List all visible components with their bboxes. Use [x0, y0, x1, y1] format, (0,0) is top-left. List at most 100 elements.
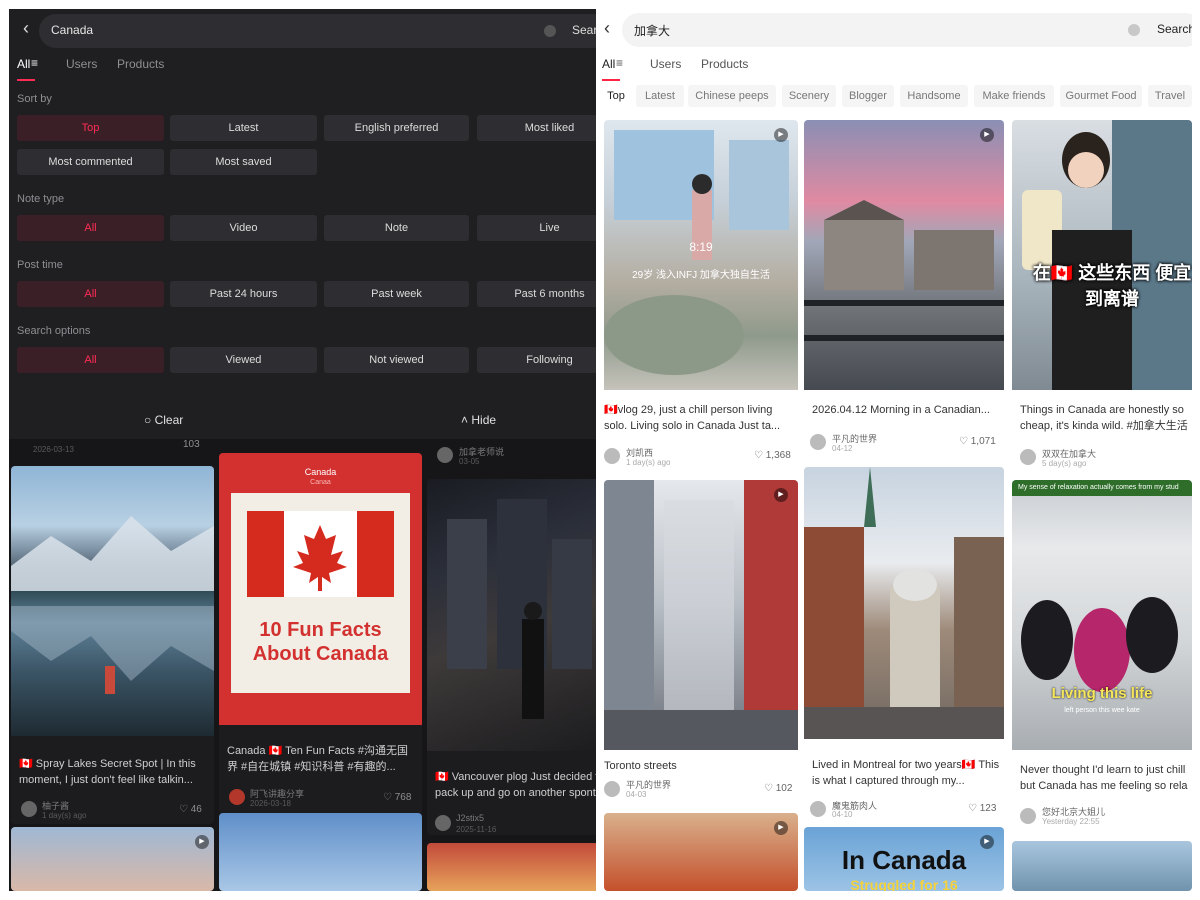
time-all-chip[interactable]: All — [17, 281, 164, 307]
option-viewed-chip[interactable]: Viewed — [170, 347, 317, 373]
like-count[interactable]: ♡ 1,368 — [754, 450, 791, 461]
vancouver-night-thumbnail — [427, 479, 596, 751]
apartment-vlog-thumbnail: ▶ 8:19 29岁 浅入INFJ 加拿大独自生活 — [604, 120, 798, 390]
filter-blogger-chip[interactable]: Blogger — [842, 85, 894, 107]
tab-all[interactable]: All — [602, 57, 615, 71]
filter-handsome-chip[interactable]: Handsome — [900, 85, 968, 107]
sort-most-commented-chip[interactable]: Most commented — [17, 149, 164, 175]
note-card[interactable] — [427, 843, 596, 891]
filter-scenery-chip[interactable]: Scenery — [782, 85, 836, 107]
heart-icon: ♡ — [959, 436, 968, 447]
filter-latest-chip[interactable]: Latest — [636, 85, 684, 107]
time-24h-chip[interactable]: Past 24 hours — [170, 281, 317, 307]
note-card[interactable]: ▶ In Canada Struggled for 16 — [804, 827, 1004, 891]
option-not-viewed-chip[interactable]: Not viewed — [324, 347, 469, 373]
search-input[interactable]: 加拿大 — [634, 22, 670, 39]
like-count[interactable]: ♡ 1,071 — [959, 436, 996, 447]
option-following-chip[interactable]: Following — [477, 347, 596, 373]
note-card[interactable]: ▶ — [604, 813, 798, 891]
search-bar[interactable]: Canada Sear — [39, 14, 596, 48]
sort-latest-chip[interactable]: Latest — [170, 115, 317, 141]
snow-sledding-thumbnail: My sense of relaxation actually comes fr… — [1012, 480, 1192, 750]
play-icon: ▶ — [774, 128, 788, 142]
type-video-chip[interactable]: Video — [170, 215, 317, 241]
tab-underline — [602, 79, 620, 81]
tab-products[interactable]: Products — [701, 57, 748, 71]
sort-most-saved-chip[interactable]: Most saved — [170, 149, 317, 175]
clear-search-icon[interactable] — [544, 25, 556, 37]
like-count[interactable]: ♡ 102 — [764, 783, 792, 794]
type-note-chip[interactable]: Note — [324, 215, 469, 241]
note-card[interactable]: ▶ Toronto streets 平凡的世界 04-03 ♡ 102 — [604, 480, 798, 804]
play-icon: ▶ — [195, 835, 209, 849]
sort-by-label: Sort by — [17, 93, 52, 105]
filter-gourmet-chip[interactable]: Gourmet Food — [1060, 85, 1142, 107]
sort-english-chip[interactable]: English preferred — [324, 115, 469, 141]
note-card[interactable]: Canada Canaa 10 Fun Facts About Canada C… — [219, 453, 422, 815]
heart-icon: ♡ — [383, 792, 392, 803]
filter-lines-icon[interactable]: ≡ — [616, 56, 623, 70]
tab-users[interactable]: Users — [66, 57, 97, 71]
type-live-chip[interactable]: Live — [477, 215, 596, 241]
note-card[interactable]: My sense of relaxation actually comes fr… — [1012, 480, 1192, 830]
fun-facts-thumbnail: Canada Canaa 10 Fun Facts About Canada — [219, 453, 422, 725]
back-arrow-icon[interactable]: ‹ — [598, 17, 616, 39]
avatar — [435, 815, 451, 831]
tab-users[interactable]: Users — [650, 57, 681, 71]
filter-travel-chip[interactable]: Travel — [1148, 85, 1192, 107]
play-icon: ▶ — [774, 821, 788, 835]
right-screenshot: ‹ 加拿大 Search All ≡ Users Products Top La… — [598, 9, 1192, 891]
sort-most-liked-chip[interactable]: Most liked — [477, 115, 596, 141]
clear-button[interactable]: ○ Clear — [144, 413, 183, 427]
back-arrow-icon[interactable]: ‹ — [15, 17, 37, 39]
note-card[interactable]: 🇨🇦 Spray Lakes Secret Spot | In this mom… — [11, 466, 214, 824]
filter-lines-icon[interactable]: ≡ — [31, 56, 38, 70]
avatar — [1020, 449, 1036, 465]
heart-icon: ♡ — [754, 450, 763, 461]
chevron-up-icon: ˄ — [461, 413, 469, 427]
avatar — [604, 781, 620, 797]
filter-chinese-peeps-chip[interactable]: Chinese peeps — [688, 85, 776, 107]
filter-top-chip[interactable]: Top — [602, 85, 630, 107]
option-all-chip[interactable]: All — [17, 347, 164, 373]
note-card[interactable]: Lived in Montreal for two years🇨🇦 This i… — [804, 467, 1004, 817]
search-options-label: Search options — [17, 325, 91, 337]
mountain-lake-thumbnail — [11, 466, 214, 736]
type-all-chip[interactable]: All — [17, 215, 164, 241]
hide-button[interactable]: ˄ Hide — [461, 413, 496, 427]
mountain-icon — [11, 516, 214, 694]
avatar — [810, 434, 826, 450]
clear-search-icon[interactable] — [1128, 24, 1140, 36]
search-input[interactable]: Canada — [51, 23, 93, 37]
note-card[interactable]: 在🇨🇦 这些东西 便宜到离谱 Things in Canada are hone… — [1012, 120, 1192, 470]
post-time-label: Post time — [17, 259, 63, 271]
search-bar[interactable]: 加拿大 Search — [622, 13, 1192, 47]
sort-top-chip[interactable]: Top — [17, 115, 164, 141]
montreal-street-thumbnail — [804, 467, 1004, 739]
cheap-goods-thumbnail: 在🇨🇦 这些东西 便宜到离谱 — [1012, 120, 1192, 390]
note-card[interactable]: ▶ 8:19 29岁 浅入INFJ 加拿大独自生活 🇨🇦vlog 29, jus… — [604, 120, 798, 470]
search-button[interactable]: Search — [1157, 22, 1192, 36]
note-card[interactable]: ▶ — [11, 827, 214, 891]
tab-products[interactable]: Products — [117, 57, 164, 71]
toronto-street-thumbnail: ▶ — [604, 480, 798, 750]
note-card[interactable]: 🇨🇦 Vancouver plog Just decided to pack u… — [427, 479, 596, 835]
like-count[interactable]: ♡ 123 — [968, 803, 996, 814]
like-count[interactable]: ♡ 768 — [383, 792, 411, 803]
heart-icon: ♡ — [179, 804, 188, 815]
search-button[interactable]: Sear — [572, 23, 596, 37]
note-card[interactable]: ▶ 2026.04.12 Morning in a Canadian... 平凡… — [804, 120, 1004, 460]
avatar — [437, 447, 453, 463]
like-count[interactable]: ♡ 46 — [179, 804, 202, 815]
filter-panel: ‹ Canada Sear All ≡ Users Products Sort … — [9, 9, 596, 439]
play-icon: ▶ — [774, 488, 788, 502]
time-6months-chip[interactable]: Past 6 months — [477, 281, 596, 307]
note-card[interactable] — [1012, 841, 1192, 891]
play-icon: ▶ — [980, 128, 994, 142]
filter-make-friends-chip[interactable]: Make friends — [974, 85, 1054, 107]
note-card[interactable] — [219, 813, 422, 891]
tab-all[interactable]: All — [17, 57, 30, 71]
time-week-chip[interactable]: Past week — [324, 281, 469, 307]
avatar — [1020, 808, 1036, 824]
heart-icon: ♡ — [968, 803, 977, 814]
